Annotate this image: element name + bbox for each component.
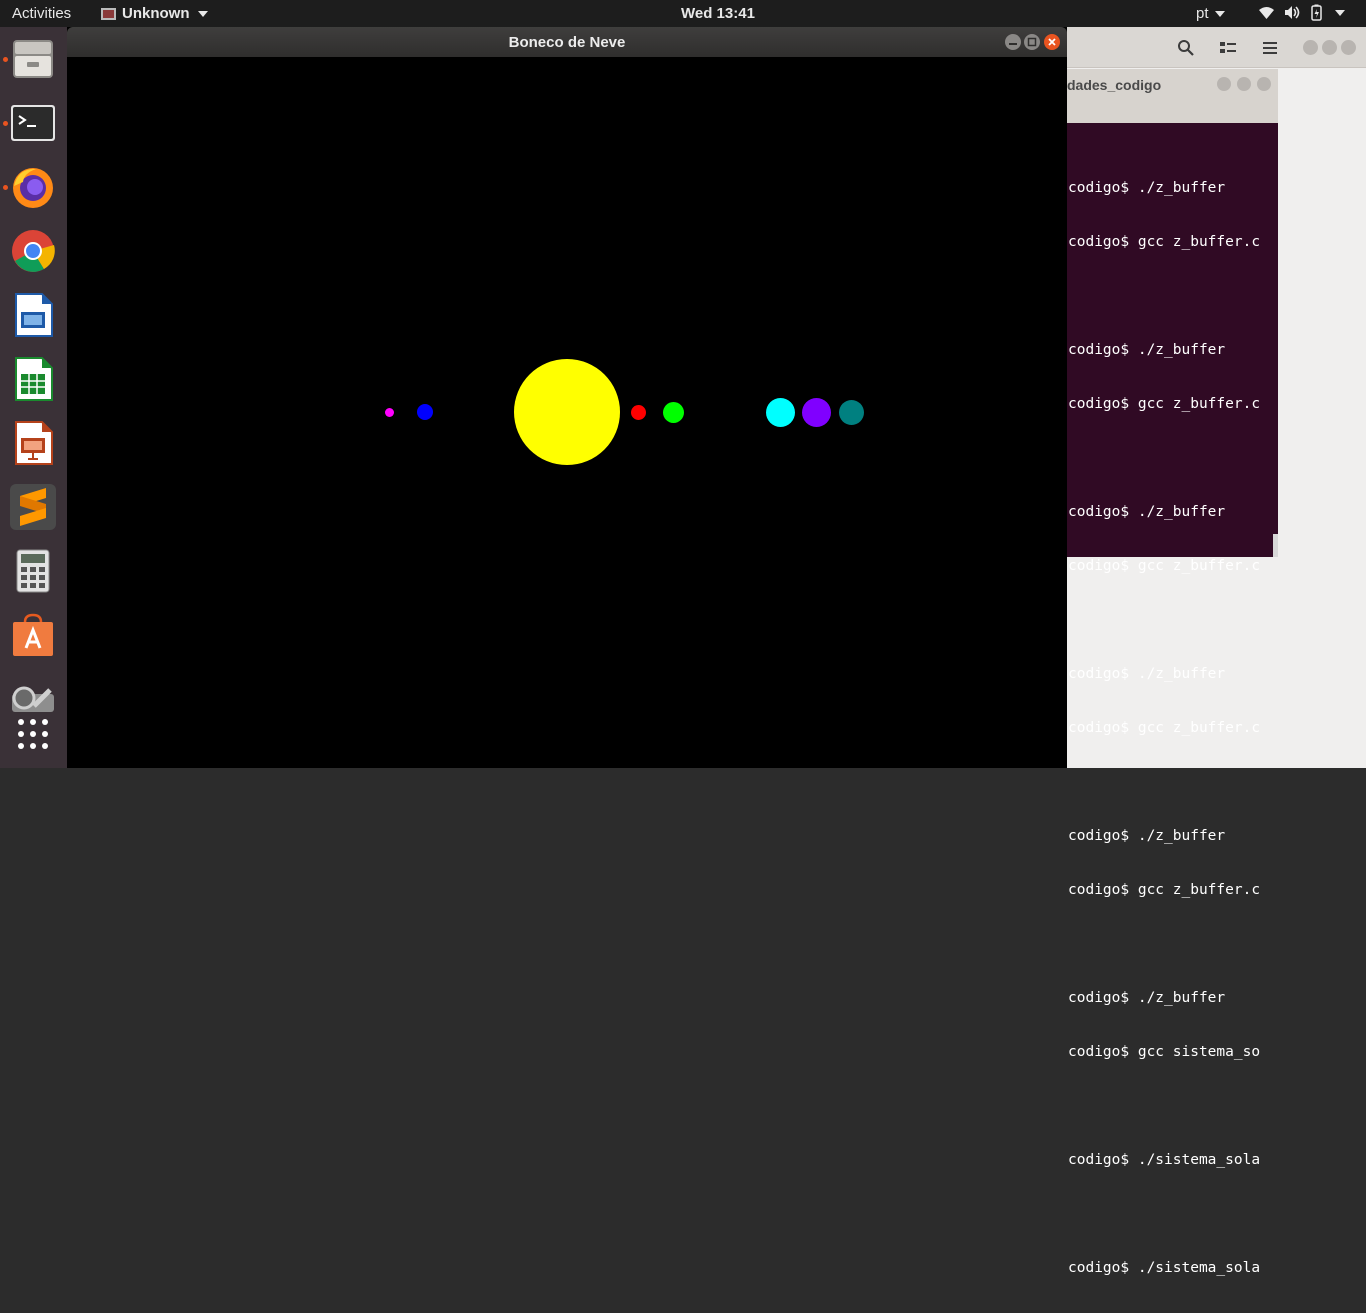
running-indicator bbox=[3, 185, 8, 190]
software-center-icon bbox=[13, 613, 53, 656]
clock[interactable]: Wed 13:41 bbox=[681, 5, 755, 22]
terminal-title: dades_codigo bbox=[1067, 77, 1162, 93]
dock-item-calc[interactable] bbox=[10, 356, 56, 402]
chevron-down-icon bbox=[1335, 9, 1345, 16]
show-apps-icon bbox=[18, 719, 48, 749]
background-window-header[interactable] bbox=[1067, 27, 1366, 68]
writer-icon bbox=[15, 293, 53, 337]
terminal-line: codigo$ ./z_buffer bbox=[1068, 504, 1226, 520]
blue-planet bbox=[417, 404, 433, 420]
terminal-maximize-button[interactable] bbox=[1237, 77, 1251, 91]
minimize-button[interactable] bbox=[1005, 34, 1021, 50]
sun bbox=[514, 359, 620, 465]
dock-item-impress[interactable] bbox=[10, 420, 56, 466]
dock-item-software[interactable] bbox=[10, 612, 56, 658]
window-title: Boneco de Neve bbox=[508, 34, 626, 51]
calculator-icon bbox=[16, 549, 50, 593]
dock-item-calculator[interactable] bbox=[10, 548, 56, 594]
green-planet bbox=[663, 402, 684, 423]
terminal-output[interactable]: codigo$ ./z_buffer codigo$ gcc z_buffer.… bbox=[1068, 143, 1260, 1313]
system-tray[interactable] bbox=[1258, 4, 1345, 21]
terminal-line: codigo$ gcc z_buffer.c bbox=[1068, 558, 1261, 574]
language-indicator[interactable]: pt bbox=[1196, 5, 1225, 22]
search-button[interactable] bbox=[1171, 35, 1201, 61]
terminal-line: codigo$ ./sistema_sola bbox=[1068, 1260, 1261, 1276]
terminal-line: codigo$ ./z_buffer bbox=[1068, 666, 1226, 682]
terminal-line: codigo$ ./sistema_sola bbox=[1068, 1152, 1261, 1168]
terminal-line: codigo$ ./z_buffer bbox=[1068, 180, 1226, 196]
sublime-icon bbox=[20, 488, 46, 526]
view-options-button[interactable] bbox=[1213, 35, 1243, 61]
language-label: pt bbox=[1196, 5, 1209, 22]
terminal-minimize-button[interactable] bbox=[1217, 77, 1231, 91]
terminal-line: codigo$ gcc z_buffer.c bbox=[1068, 396, 1261, 412]
terminal-line: codigo$ gcc sistema_so bbox=[1068, 1044, 1261, 1060]
close-icon bbox=[1048, 38, 1056, 46]
close-button[interactable] bbox=[1341, 40, 1356, 55]
terminal-line: codigo$ gcc z_buffer.c bbox=[1068, 720, 1261, 736]
battery-icon bbox=[1308, 4, 1325, 21]
app-menu-label: Unknown bbox=[122, 5, 190, 22]
calc-icon bbox=[15, 357, 53, 401]
terminal-close-button[interactable] bbox=[1257, 77, 1271, 91]
dock-item-show-apps[interactable] bbox=[10, 711, 56, 757]
dock-item-terminal[interactable] bbox=[10, 100, 56, 146]
dock-item-files[interactable] bbox=[10, 36, 56, 82]
teal-planet bbox=[839, 400, 864, 425]
running-indicator bbox=[3, 57, 8, 62]
terminal-icon bbox=[11, 105, 55, 141]
window-titlebar[interactable]: Boneco de Neve bbox=[67, 27, 1067, 57]
firefox-icon bbox=[13, 168, 53, 208]
maximize-button[interactable] bbox=[1322, 40, 1337, 55]
app-window-icon bbox=[101, 7, 116, 20]
search-icon bbox=[1178, 40, 1194, 56]
chrome-icon bbox=[12, 230, 55, 272]
chevron-down-icon bbox=[197, 10, 208, 17]
dock-item-sublime[interactable] bbox=[10, 484, 56, 530]
minimize-button[interactable] bbox=[1303, 40, 1318, 55]
purple-planet bbox=[802, 398, 831, 427]
boneco-window[interactable]: Boneco de Neve bbox=[67, 27, 1067, 768]
running-indicator bbox=[3, 121, 8, 126]
magenta-planet bbox=[385, 408, 394, 417]
terminal-scrollbar[interactable] bbox=[1273, 534, 1278, 557]
dock-item-writer[interactable] bbox=[10, 292, 56, 338]
view-list-icon bbox=[1220, 42, 1236, 53]
wifi-icon bbox=[1258, 4, 1275, 21]
terminal-window[interactable]: dades_codigo codigo$ ./z_buffer codigo$ … bbox=[1067, 69, 1278, 1276]
red-planet bbox=[631, 405, 646, 420]
files-icon bbox=[13, 40, 53, 78]
volume-icon bbox=[1283, 4, 1300, 21]
terminal-line: codigo$ ./z_buffer bbox=[1068, 990, 1226, 1006]
dock bbox=[0, 27, 67, 768]
terminal-line: codigo$ ./z_buffer bbox=[1068, 342, 1226, 358]
hamburger-menu-icon bbox=[1263, 42, 1277, 54]
dock-item-chrome[interactable] bbox=[10, 228, 56, 274]
minimize-icon bbox=[1009, 43, 1017, 45]
menu-button[interactable] bbox=[1255, 35, 1285, 61]
render-canvas[interactable] bbox=[67, 57, 1067, 768]
top-bar: Activities Unknown Wed 13:41 pt bbox=[0, 0, 1366, 27]
close-button[interactable] bbox=[1044, 34, 1060, 50]
maximize-button[interactable] bbox=[1024, 34, 1040, 50]
dock-item-firefox[interactable] bbox=[10, 164, 56, 210]
cyan-planet bbox=[766, 398, 795, 427]
impress-icon bbox=[15, 421, 53, 465]
maximize-icon bbox=[1027, 37, 1037, 47]
chevron-down-icon bbox=[1214, 10, 1225, 17]
terminal-line: codigo$ ./z_buffer bbox=[1068, 828, 1226, 844]
activities-button[interactable]: Activities bbox=[12, 5, 71, 22]
terminal-titlebar[interactable]: dades_codigo bbox=[1067, 69, 1278, 123]
app-menu[interactable]: Unknown bbox=[101, 5, 208, 22]
terminal-line: codigo$ gcc z_buffer.c bbox=[1068, 882, 1261, 898]
terminal-line: codigo$ gcc z_buffer.c bbox=[1068, 234, 1261, 250]
